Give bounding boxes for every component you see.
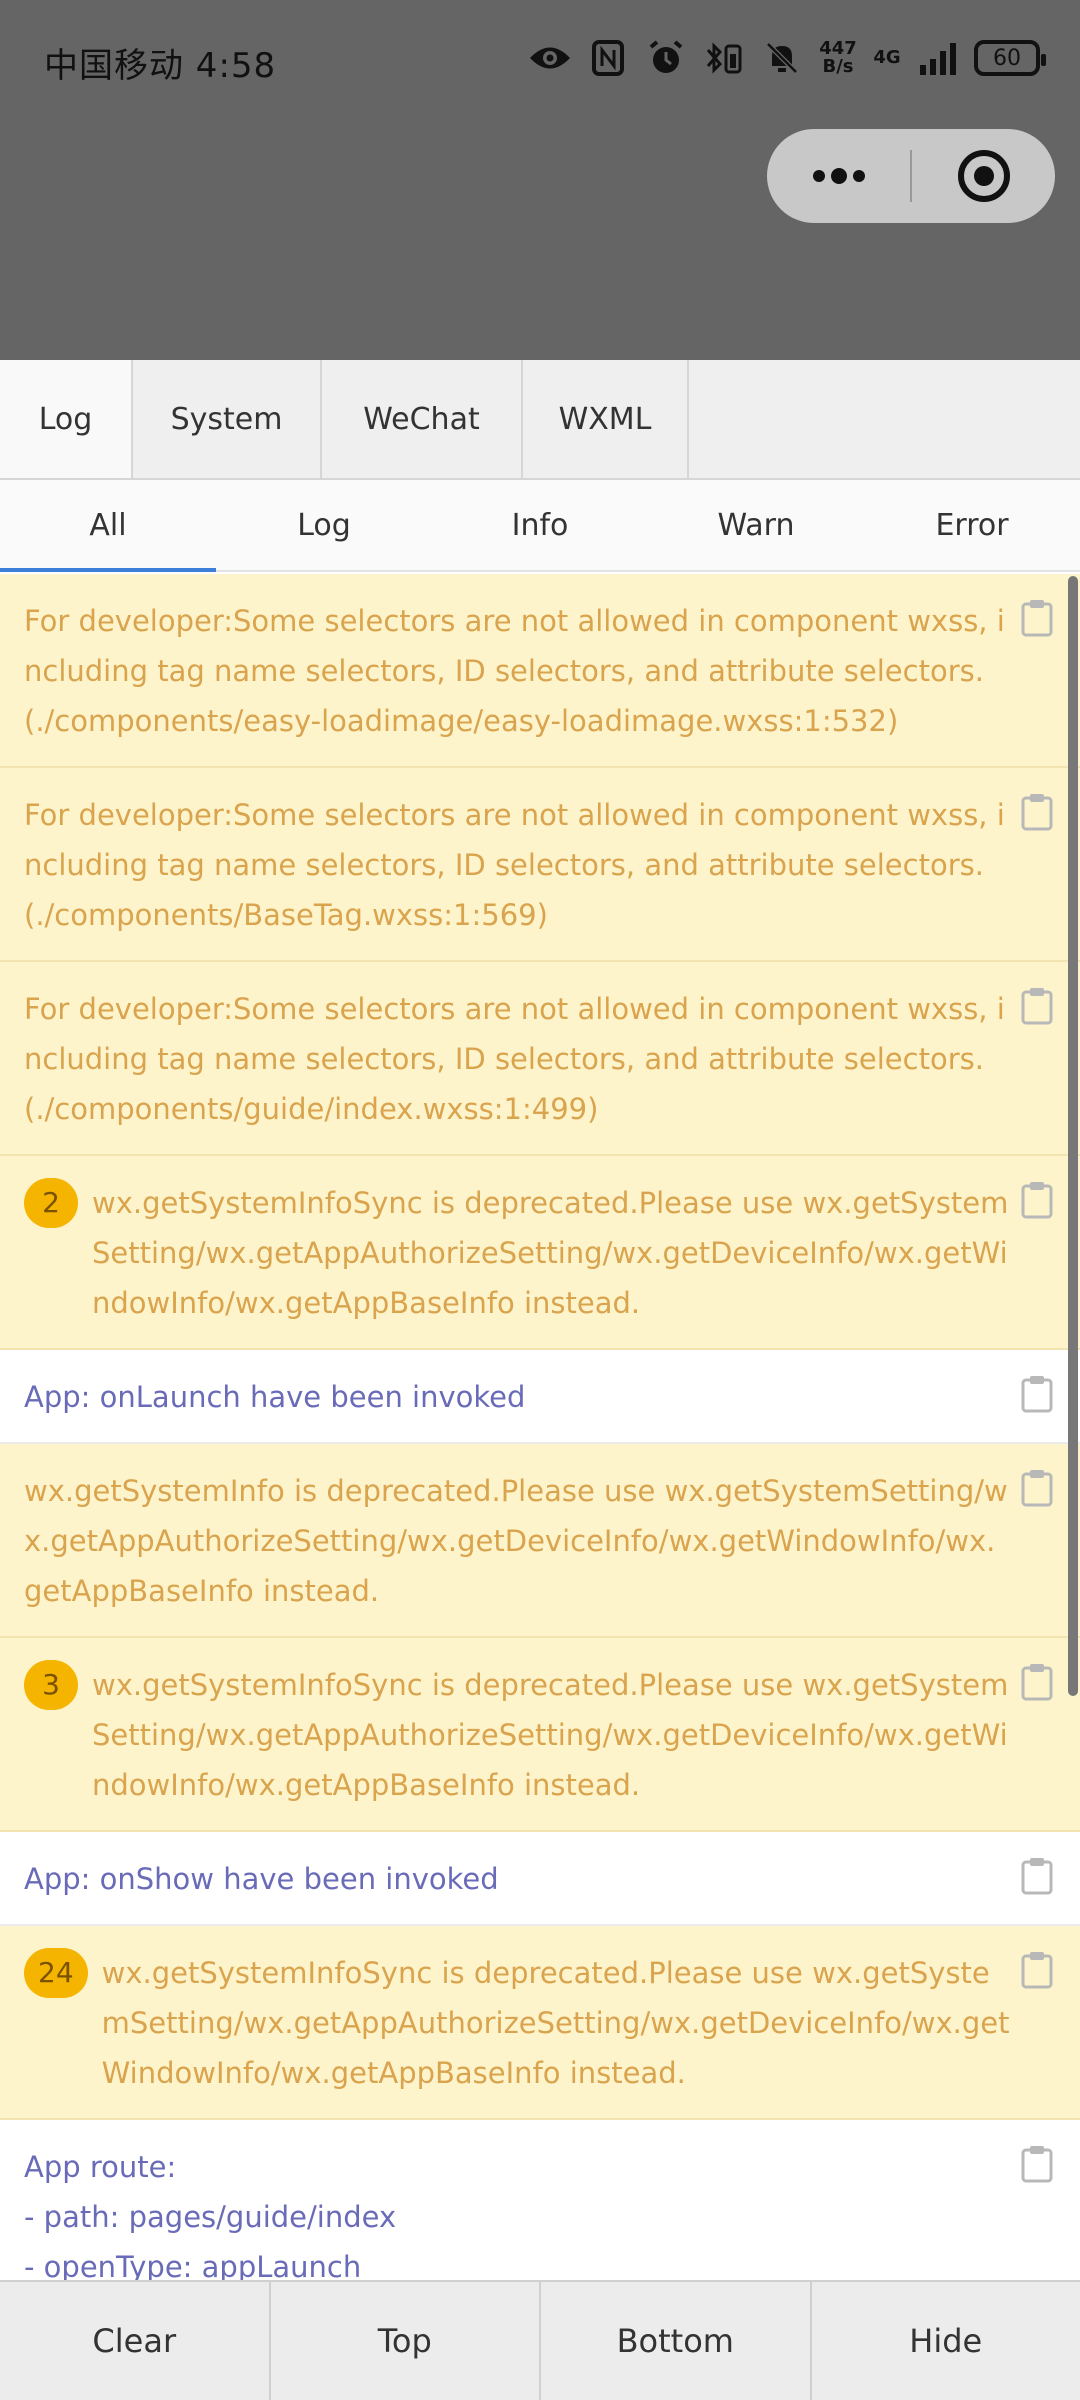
net-speed: 447 B/s <box>818 36 858 80</box>
log-list[interactable]: For developer:Some selectors are not all… <box>0 574 1080 2280</box>
network-type: 4G <box>873 47 901 68</box>
log-text: App: onShow have been invoked <box>24 1862 499 1896</box>
copy-icon[interactable] <box>1020 598 1054 638</box>
repeat-count-badge: 2 <box>24 1178 78 1228</box>
hide-button[interactable]: Hide <box>812 2282 1080 2400</box>
alarm-icon <box>644 36 688 80</box>
log-text: For developer:Some selectors are not all… <box>24 798 1005 932</box>
net-speed-unit: B/s <box>822 56 854 77</box>
log-text: For developer:Some selectors are not all… <box>24 992 1005 1126</box>
console-toolbar: Clear Top Bottom Hide <box>0 2280 1080 2400</box>
status-bar: 中国移动 4:58 447 B/s 4G 60 <box>0 0 1080 120</box>
tab-log[interactable]: Log <box>0 360 133 478</box>
log-entry-log: App route: - path: pages/guide/index - o… <box>0 2120 1080 2280</box>
tab-wechat[interactable]: WeChat <box>322 360 523 478</box>
more-dots-icon <box>812 168 865 184</box>
copy-icon[interactable] <box>1020 986 1054 1026</box>
log-entry-log: App: onShow have been invoked <box>0 1832 1080 1926</box>
target-close-icon <box>957 150 1010 202</box>
bottom-button[interactable]: Bottom <box>541 2282 812 2400</box>
top-button[interactable]: Top <box>271 2282 541 2400</box>
log-filter-bar: All Log Info Warn Error <box>0 480 1080 572</box>
copy-icon[interactable] <box>1020 1180 1054 1220</box>
log-entry-warn-repeated: 24 wx.getSystemInfoSync is deprecated.Pl… <box>0 1926 1080 2120</box>
filter-all[interactable]: All <box>0 480 216 572</box>
log-entry-warn-repeated: 3 wx.getSystemInfoSync is deprecated.Ple… <box>0 1638 1080 1832</box>
carrier-time: 中国移动 4:58 <box>44 46 277 86</box>
repeat-count-badge: 3 <box>24 1660 78 1710</box>
nfc-icon <box>586 36 630 80</box>
filter-info[interactable]: Info <box>432 480 648 570</box>
copy-icon[interactable] <box>1020 792 1054 832</box>
repeat-count-badge: 24 <box>24 1948 88 1998</box>
log-text: wx.getSystemInfoSync is deprecated.Pleas… <box>92 1668 1009 1802</box>
mini-program-capsule <box>767 129 1055 223</box>
tab-wxml[interactable]: WXML <box>523 360 689 478</box>
log-entry-warn: wx.getSystemInfo is deprecated.Please us… <box>0 1444 1080 1638</box>
log-text: For developer:Some selectors are not all… <box>24 604 1005 738</box>
log-entry-warn: For developer:Some selectors are not all… <box>0 768 1080 962</box>
filter-warn[interactable]: Warn <box>648 480 864 570</box>
filter-error[interactable]: Error <box>864 480 1080 570</box>
filter-log[interactable]: Log <box>216 480 432 570</box>
close-capsule-button[interactable] <box>912 129 1055 223</box>
log-text: wx.getSystemInfo is deprecated.Please us… <box>24 1474 1008 1608</box>
copy-icon[interactable] <box>1020 2144 1054 2184</box>
copy-icon[interactable] <box>1020 1856 1054 1896</box>
bluetooth-battery-icon <box>702 36 746 80</box>
copy-icon[interactable] <box>1020 1662 1054 1702</box>
mute-bell-icon <box>760 36 804 80</box>
log-entry-log: App: onLaunch have been invoked <box>0 1350 1080 1444</box>
log-text: App route: - path: pages/guide/index - o… <box>24 2150 397 2280</box>
tab-system[interactable]: System <box>133 360 322 478</box>
vconsole-panel: Log System WeChat WXML All Log Info Warn… <box>0 360 1080 2400</box>
log-entry-warn: For developer:Some selectors are not all… <box>0 962 1080 1156</box>
copy-icon[interactable] <box>1020 1468 1054 1508</box>
log-text: App: onLaunch have been invoked <box>24 1380 526 1414</box>
more-button[interactable] <box>767 129 910 223</box>
log-text: wx.getSystemInfoSync is deprecated.Pleas… <box>92 1186 1009 1320</box>
clear-button[interactable]: Clear <box>0 2282 271 2400</box>
log-scrollbar[interactable] <box>1068 576 1078 1696</box>
copy-icon[interactable] <box>1020 1374 1054 1414</box>
log-entry-warn: For developer:Some selectors are not all… <box>0 574 1080 768</box>
eye-icon <box>528 36 572 80</box>
battery-icon: 60 <box>974 40 1046 76</box>
log-text: wx.getSystemInfoSync is deprecated.Pleas… <box>101 1956 1010 2090</box>
status-icons: 447 B/s 4G 60 <box>528 30 1046 86</box>
console-tabs: Log System WeChat WXML <box>0 360 1080 480</box>
signal-icon <box>916 36 960 80</box>
log-entry-warn-repeated: 2 wx.getSystemInfoSync is deprecated.Ple… <box>0 1156 1080 1350</box>
copy-icon[interactable] <box>1020 1950 1054 1990</box>
